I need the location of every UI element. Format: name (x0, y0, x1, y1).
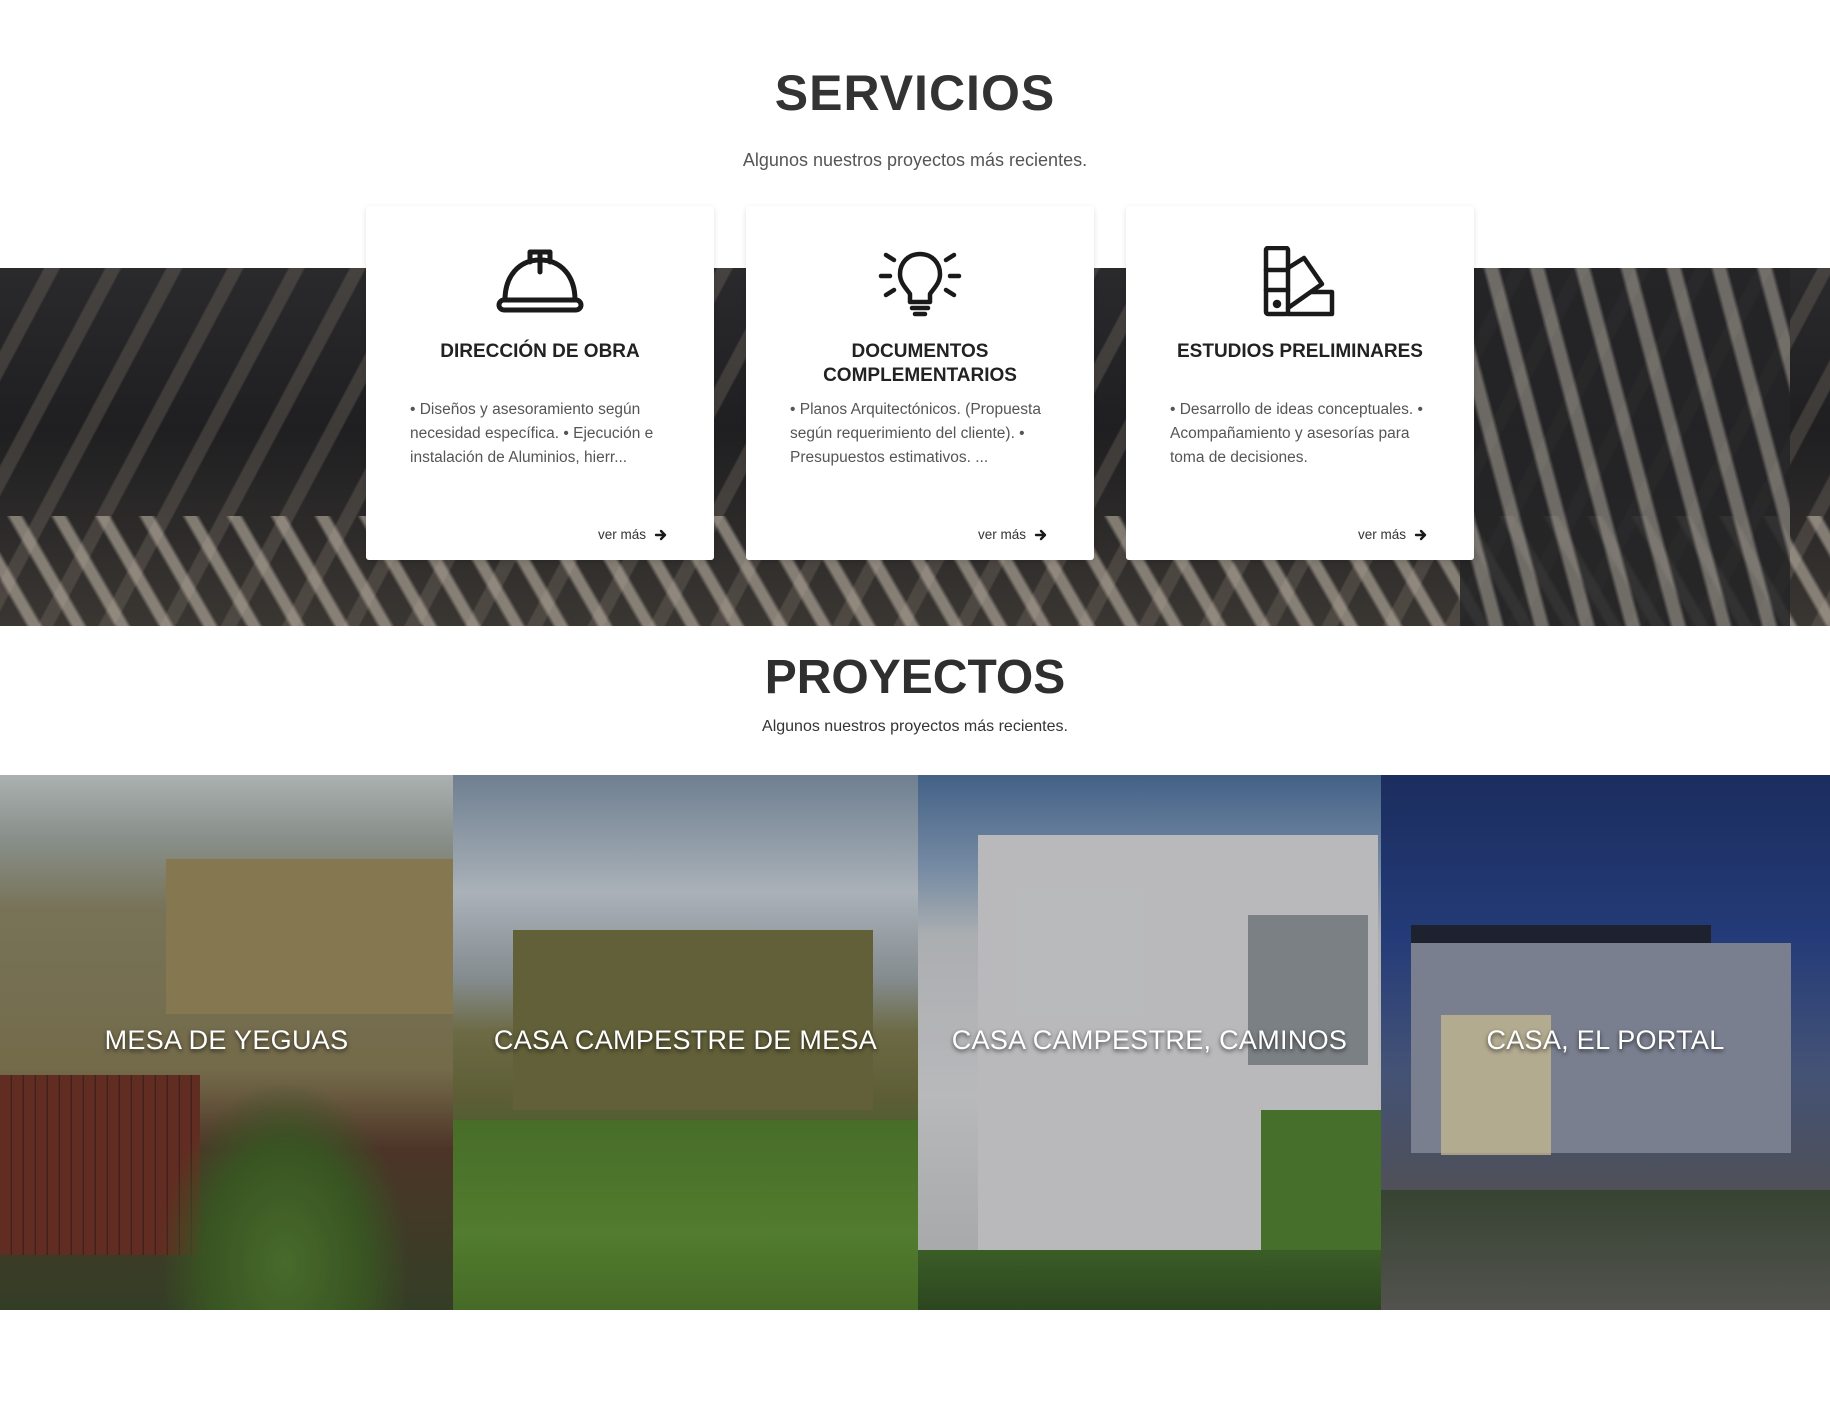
ver-mas-label: ver más (977, 527, 1026, 542)
service-card-estudios-preliminares: ESTUDIOS PRELIMINARES • Desarrollo de id… (1126, 206, 1474, 560)
ver-mas-link[interactable]: ver más (1358, 527, 1428, 542)
service-card-text: • Planos Arquitectónicos. (Propuesta seg… (790, 401, 1041, 466)
service-card-direccion-de-obra: DIRECCIÓN DE OBRA • Diseños y asesoramie… (366, 206, 714, 560)
proyectos-subtitle: Algunos nuestros proyectos más recientes… (762, 718, 1068, 735)
project-title: CASA, EL PORTAL (1486, 1025, 1725, 1055)
service-card-title: DOCUMENTOS COMPLEMENTARIOS (823, 341, 1017, 386)
servicios-subtitle: Algunos nuestros proyectos más recientes… (742, 150, 1088, 170)
ver-mas-link[interactable]: ver más (598, 527, 668, 542)
service-card-text: • Diseños y asesoramiento según necesida… (410, 401, 654, 466)
servicios-title: SERVICIOS (774, 65, 1056, 121)
arrow-right-icon (654, 529, 667, 540)
service-card-documentos-complementarios: DOCUMENTOS COMPLEMENTARIOS • Planos Arqu… (746, 206, 1094, 560)
project-tile-casa-campestre-caminos[interactable]: CASA CAMPESTRE, CAMINOS (918, 775, 1381, 1310)
project-title: CASA CAMPESTRE DE MESA (493, 1025, 878, 1055)
hard-hat-icon (366, 246, 714, 318)
lightbulb-icon (746, 246, 1094, 318)
arrow-right-icon (1034, 529, 1047, 540)
proyectos-title: PROYECTOS (764, 651, 1066, 704)
project-title: CASA CAMPESTRE, CAMINOS (951, 1025, 1348, 1055)
ver-mas-label: ver más (1357, 527, 1406, 542)
servicios-cards: DIRECCIÓN DE OBRA • Diseños y asesoramie… (366, 206, 1474, 560)
projects-gallery: MESA DE YEGUAS CASA CAMPESTRE DE MESA CA… (0, 775, 1830, 1310)
ver-mas-label: ver más (597, 527, 646, 542)
service-card-title: ESTUDIOS PRELIMINARES (1177, 341, 1423, 362)
service-card-text: • Desarrollo de ideas conceptuales. • Ac… (1170, 401, 1423, 466)
color-swatch-icon (1126, 246, 1474, 318)
project-title: MESA DE YEGUAS (104, 1025, 349, 1055)
project-tile-casa-el-portal[interactable]: CASA, EL PORTAL (1381, 775, 1830, 1310)
ver-mas-link[interactable]: ver más (978, 527, 1048, 542)
project-tile-casa-campestre-de-mesa[interactable]: CASA CAMPESTRE DE MESA (453, 775, 918, 1310)
project-tile-mesa-de-yeguas[interactable]: MESA DE YEGUAS (0, 775, 453, 1310)
service-card-title: DIRECCIÓN DE OBRA (440, 341, 640, 362)
arrow-right-icon (1414, 529, 1427, 540)
